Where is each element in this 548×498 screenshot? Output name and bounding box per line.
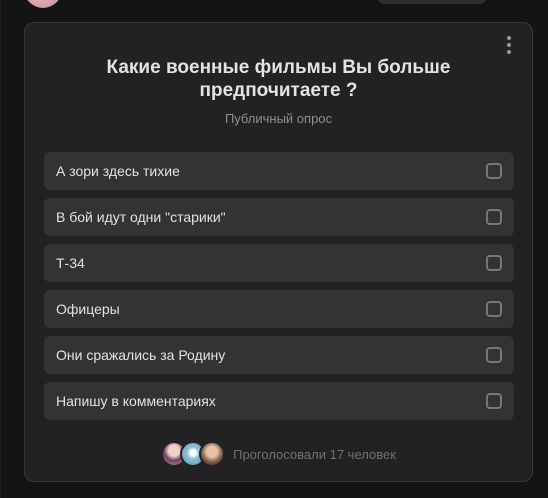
poll-option[interactable]: Т-34 [44, 244, 514, 282]
voter-avatar [199, 441, 226, 467]
menu-dot [507, 36, 511, 40]
poll-option[interactable]: Офицеры [44, 290, 514, 328]
poll-option[interactable]: Напишу в комментариях [44, 382, 514, 420]
voters-summary[interactable]: Проголосовали 17 человек [25, 441, 532, 467]
poll-type-label: Публичный опрос [224, 111, 333, 126]
page: Какие военные фильмы Вы больше предпочит… [0, 0, 548, 498]
poll-question: Какие военные фильмы Вы больше предпочит… [106, 57, 451, 101]
checkbox[interactable] [486, 347, 502, 363]
poll-option[interactable]: А зори здесь тихие [44, 152, 514, 190]
poll-option-label: Офицеры [56, 301, 120, 317]
checkbox[interactable] [486, 301, 502, 317]
poll-option[interactable]: В бой идут одни "старики" [44, 198, 514, 236]
poll-option-label: Т-34 [56, 255, 85, 271]
checkbox[interactable] [486, 209, 502, 225]
voter-avatars[interactable] [161, 441, 226, 467]
menu-dot [507, 43, 511, 47]
poll-options: А зори здесь тихие В бой идут одни "стар… [44, 152, 514, 428]
poll-option-label: Они сражались за Родину [56, 347, 226, 363]
poll-option-label: А зори здесь тихие [56, 163, 180, 179]
checkbox[interactable] [486, 393, 502, 409]
poll-option-label: В бой идут одни "старики" [56, 209, 226, 225]
poll-card: Какие военные фильмы Вы больше предпочит… [24, 22, 533, 482]
more-vertical-icon[interactable] [499, 35, 519, 55]
menu-dot [507, 50, 511, 54]
checkbox[interactable] [486, 163, 502, 179]
subscribe-button[interactable] [378, 0, 486, 4]
voters-count-text[interactable]: Проголосовали 17 человек [233, 447, 396, 462]
poll-option[interactable]: Они сражались за Родину [44, 336, 514, 374]
checkbox[interactable] [486, 255, 502, 271]
poll-option-label: Напишу в комментариях [56, 393, 216, 409]
left-divider [0, 0, 1, 498]
author-avatar[interactable] [24, 0, 62, 8]
